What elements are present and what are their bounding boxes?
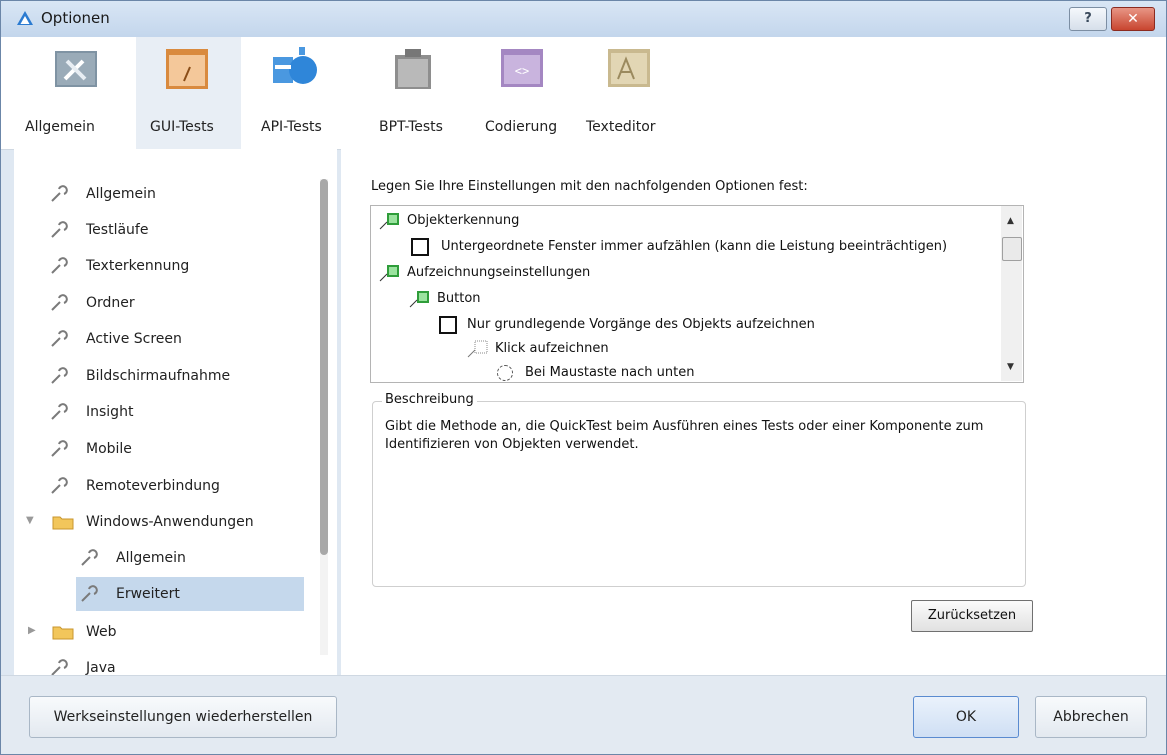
wrench-icon (51, 294, 68, 311)
tree-item-label: Allgemein (86, 186, 156, 202)
options-tree[interactable]: Allgemein Testläufe Texterkennung Ordner… (14, 149, 337, 675)
wrench-icon (51, 477, 68, 494)
tree-item-label: Texterkennung (86, 258, 190, 274)
tree-item-insight[interactable]: Insight (50, 395, 320, 429)
tab-texteditor[interactable]: Texteditor (586, 37, 696, 149)
description-legend: Beschreibung (382, 392, 477, 407)
option-label: Untergeordnete Fenster immer aufzählen (… (441, 239, 948, 254)
chevron-down-icon[interactable]: ▼ (26, 515, 34, 526)
tree-item-label: Mobile (86, 441, 132, 457)
tree-item-label: Remoteverbindung (86, 478, 220, 494)
checkbox[interactable] (439, 316, 457, 334)
tree-item-windows-anwendungen[interactable]: ▼ Windows-Anwendungen (26, 505, 320, 539)
tree-item-bildschirmaufnahme[interactable]: Bildschirmaufnahme (50, 359, 320, 393)
tree-item-web[interactable]: ▶ Web (26, 615, 320, 649)
code-icon: <> (501, 49, 543, 87)
checkbox[interactable] (411, 238, 429, 256)
tree-item-label: Active Screen (86, 331, 182, 347)
listbox-scrollbar-track[interactable]: ▲ ▼ (1001, 206, 1022, 381)
tab-label: Texteditor (586, 119, 656, 135)
tools-icon (55, 51, 97, 87)
options-listbox[interactable]: Objekterkennung Untergeordnete Fenster i… (370, 205, 1024, 383)
option-group-icon (379, 213, 399, 230)
tab-bpt-tests[interactable]: BPT-Tests (359, 37, 469, 149)
tree-item-texterkennung[interactable]: Texterkennung (50, 249, 320, 283)
restore-defaults-button[interactable]: Werkseinstellungen wiederherstellen (29, 696, 337, 738)
chevron-right-icon[interactable]: ▶ (28, 625, 36, 636)
window-title: Optionen (41, 9, 110, 27)
tree-item-testlaeufe[interactable]: Testläufe (50, 213, 320, 247)
tree-item-label: Windows-Anwendungen (86, 514, 254, 530)
folder-icon (52, 626, 74, 640)
svg-text:<>: <> (515, 64, 529, 78)
wrench-icon (51, 330, 68, 347)
ok-button[interactable]: OK (913, 696, 1019, 738)
wrench-icon (51, 221, 68, 238)
tree-item-java[interactable]: Java (50, 651, 320, 675)
tab-label: BPT-Tests (379, 119, 443, 135)
tree-item-label: Ordner (86, 295, 135, 311)
folder-icon (52, 516, 74, 530)
option-group-icon (409, 291, 429, 308)
wrench-icon (51, 440, 68, 457)
scroll-down-arrow-icon[interactable]: ▼ (1007, 362, 1014, 372)
tree-scrollbar-thumb[interactable] (320, 179, 328, 555)
tree-item-label: Allgemein (116, 550, 186, 566)
tree-item-label: Bildschirmaufnahme (86, 368, 231, 384)
dialog-footer: Werkseinstellungen wiederherstellen OK A… (1, 675, 1166, 754)
bpt-tests-icon (395, 49, 431, 89)
tree-item-erweitert[interactable]: Erweitert (76, 577, 304, 611)
tree-item-allgemein[interactable]: Allgemein (50, 177, 320, 211)
intro-text: Legen Sie Ihre Einstellungen mit den nac… (371, 179, 808, 194)
option-label: Objekterkennung (407, 213, 520, 228)
wrench-icon (81, 585, 98, 602)
radio-button[interactable] (497, 365, 513, 381)
listbox-scrollbar-thumb[interactable] (1002, 237, 1022, 261)
tree-item-mobile[interactable]: Mobile (50, 432, 320, 466)
tab-label: GUI-Tests (150, 119, 214, 135)
description-text: Gibt die Methode an, die QuickTest beim … (385, 419, 984, 452)
wrench-icon (51, 185, 68, 202)
wrench-icon (51, 659, 68, 675)
tab-label: API-Tests (261, 119, 322, 135)
text-editor-icon (608, 49, 650, 87)
cancel-button[interactable]: Abbrechen (1035, 696, 1147, 738)
wrench-icon (51, 257, 68, 274)
tree-item-ordner[interactable]: Ordner (50, 286, 320, 320)
option-label: Button (437, 291, 481, 306)
close-button[interactable]: ✕ (1111, 7, 1155, 31)
title-bar[interactable]: Optionen ? ✕ (1, 1, 1166, 37)
tab-api-tests[interactable]: API-Tests (243, 37, 353, 149)
gui-tests-icon (166, 49, 208, 89)
tree-item-label: Web (86, 624, 117, 640)
reset-button[interactable]: Zurücksetzen (911, 600, 1033, 632)
tree-item-windows-allgemein[interactable]: Allgemein (80, 541, 320, 575)
tree-item-label: Testläufe (86, 222, 149, 238)
option-group-icon (379, 265, 399, 282)
tab-codierung[interactable]: <> Codierung (473, 37, 583, 149)
scroll-up-arrow-icon[interactable]: ▲ (1007, 216, 1014, 226)
app-logo-icon (17, 11, 33, 25)
tree-item-remoteverbindung[interactable]: Remoteverbindung (50, 469, 320, 503)
option-label: Aufzeichnungseinstellungen (407, 265, 591, 280)
category-toolbar: Allgemein GUI-Tests API-Tests BPT-Tests … (1, 37, 1166, 150)
tree-item-active-screen[interactable]: Active Screen (50, 322, 320, 356)
wrench-icon (51, 367, 68, 384)
tree-item-label: Insight (86, 404, 134, 420)
tab-label: Codierung (485, 119, 558, 135)
help-button[interactable]: ? (1069, 7, 1107, 31)
option-label: Klick aufzeichnen (495, 341, 609, 356)
option-label: Bei Maustaste nach unten (525, 365, 695, 380)
tab-gui-tests[interactable]: GUI-Tests (136, 37, 241, 149)
tab-label: Allgemein (25, 119, 95, 135)
tab-allgemein[interactable]: Allgemein (1, 37, 131, 149)
options-dialog: Optionen ? ✕ Allgemein GUI-Tests API-Tes… (0, 0, 1167, 755)
tree-item-label: Erweitert (116, 586, 180, 602)
option-subgroup-icon (467, 340, 488, 358)
wrench-icon (51, 403, 68, 420)
option-label: Nur grundlegende Vorgänge des Objekts au… (467, 317, 815, 332)
wrench-icon (81, 549, 98, 566)
api-tests-icon (273, 47, 317, 84)
tree-item-label: Java (86, 660, 116, 675)
